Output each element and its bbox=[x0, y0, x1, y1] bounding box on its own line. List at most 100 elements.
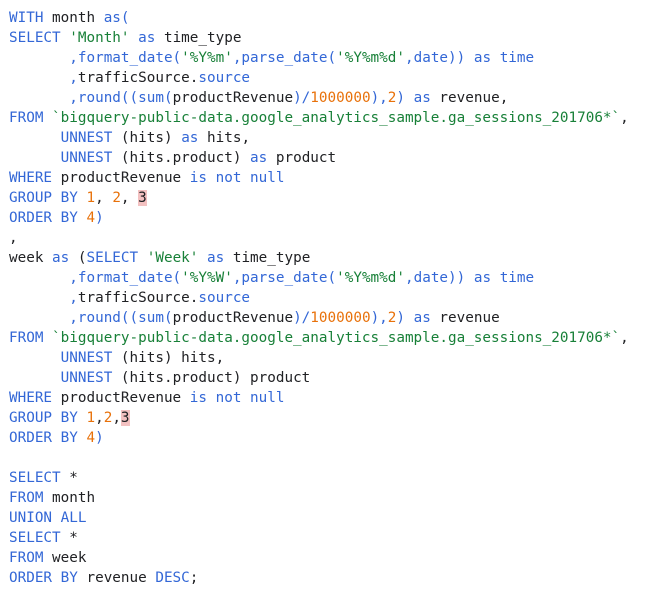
keyword-token: FROM bbox=[9, 550, 44, 566]
code-text: (hits) hits, bbox=[112, 350, 225, 366]
keyword-token: is not null bbox=[189, 170, 285, 186]
code-line: GROUP BY 1, 2, 3 bbox=[9, 188, 672, 208]
string-literal: '%Y%m' bbox=[181, 50, 233, 66]
code-text: ; bbox=[189, 570, 199, 586]
keyword-token: FROM bbox=[9, 110, 44, 126]
keyword-token: as bbox=[413, 310, 431, 326]
keyword-token: UNNEST bbox=[60, 130, 113, 146]
code-line: ,trafficSource.source bbox=[9, 288, 672, 308]
code-text: month bbox=[43, 490, 96, 506]
keyword-token: WITH bbox=[9, 10, 44, 26]
keyword-token: as bbox=[207, 250, 225, 266]
keyword-token: as bbox=[52, 250, 70, 266]
code-text: revenue bbox=[77, 570, 156, 586]
keyword-token: SELECT bbox=[9, 530, 61, 546]
keyword-token: as( bbox=[103, 10, 130, 26]
function-token: ) bbox=[396, 310, 405, 326]
function-token: ,date)) bbox=[405, 270, 466, 286]
function-token: ,format_date( bbox=[69, 50, 182, 66]
code-text: * bbox=[60, 530, 78, 546]
code-line: SELECT * bbox=[9, 468, 672, 488]
code-line: WHERE productRevenue is not null bbox=[9, 388, 672, 408]
code-text: , bbox=[120, 190, 139, 206]
code-line: ORDER BY revenue DESC; bbox=[9, 568, 672, 588]
function-token: ) bbox=[95, 210, 104, 226]
code-line: SELECT * bbox=[9, 528, 672, 548]
code-line: UNNEST (hits.product) as product bbox=[9, 148, 672, 168]
code-line: FROM month bbox=[9, 488, 672, 508]
number-literal: 2 bbox=[112, 190, 121, 206]
function-token: )/ bbox=[293, 90, 311, 106]
keyword-token: as bbox=[250, 150, 268, 166]
code-line: UNION ALL bbox=[9, 508, 672, 528]
code-line: week as (SELECT 'Week' as time_type bbox=[9, 248, 672, 268]
function-token: )/ bbox=[293, 310, 311, 326]
string-literal: '%Y%m%d' bbox=[336, 270, 405, 286]
string-literal: `bigquery-public-data.google_analytics_s… bbox=[52, 110, 621, 126]
code-line: ORDER BY 4) bbox=[9, 428, 672, 448]
keyword-token: SELECT bbox=[86, 250, 139, 266]
keyword-token: UNNEST bbox=[60, 370, 113, 386]
keyword-token: DESC bbox=[155, 570, 190, 586]
sql-code-editor[interactable]: WITH month as(SELECT 'Month' as time_typ… bbox=[0, 0, 672, 594]
number-literal: 4 bbox=[86, 430, 96, 446]
keyword-token: as bbox=[413, 90, 431, 106]
code-text: product bbox=[267, 150, 337, 166]
function-token: , bbox=[69, 290, 78, 306]
number-literal: 4 bbox=[86, 210, 96, 226]
number-literal: 1000000 bbox=[310, 90, 371, 106]
string-literal: 'Month' bbox=[69, 30, 130, 46]
code-line: , bbox=[9, 228, 672, 248]
code-text: , bbox=[95, 190, 113, 206]
number-literal: 1 bbox=[86, 410, 96, 426]
keyword-token: source bbox=[198, 70, 251, 86]
code-line: ,round((sum(productRevenue)/1000000),2) … bbox=[9, 308, 672, 328]
keyword-token: source bbox=[198, 290, 251, 306]
code-text: time_type bbox=[155, 30, 242, 46]
highlighted-token: 3 bbox=[120, 410, 130, 426]
code-text: productRevenue bbox=[172, 310, 294, 326]
string-literal: '%Y%W' bbox=[181, 270, 233, 286]
code-text: week bbox=[9, 250, 53, 266]
code-text: (hits.product) bbox=[112, 150, 251, 166]
keyword-token: GROUP BY bbox=[9, 410, 78, 426]
keyword-token: WHERE bbox=[9, 170, 53, 186]
function-token: , bbox=[69, 70, 78, 86]
keyword-token: FROM bbox=[9, 490, 44, 506]
function-token: ,round((sum( bbox=[69, 310, 173, 326]
function-token: ) bbox=[396, 90, 405, 106]
code-text: hits, bbox=[198, 130, 251, 146]
string-literal: 'Week' bbox=[146, 250, 199, 266]
string-literal: '%Y%m%d' bbox=[336, 50, 405, 66]
string-literal: `bigquery-public-data.google_analytics_s… bbox=[52, 330, 621, 346]
code-text: ( bbox=[69, 250, 87, 266]
code-line: GROUP BY 1,2,3 bbox=[9, 408, 672, 428]
keyword-token: UNNEST bbox=[60, 150, 113, 166]
code-line: ORDER BY 4) bbox=[9, 208, 672, 228]
function-token: ,round((sum( bbox=[69, 90, 173, 106]
function-token: ,format_date( bbox=[69, 270, 182, 286]
keyword-token: as bbox=[473, 50, 492, 66]
function-token: ,parse_date( bbox=[232, 270, 337, 286]
code-line: ,trafficSource.source bbox=[9, 68, 672, 88]
keyword-token: as bbox=[138, 30, 156, 46]
keyword-token: UNION ALL bbox=[9, 510, 87, 526]
keyword-token: ORDER BY bbox=[9, 570, 78, 586]
keyword-token: WHERE bbox=[9, 390, 53, 406]
code-line: WHERE productRevenue is not null bbox=[9, 168, 672, 188]
code-line: UNNEST (hits.product) product bbox=[9, 368, 672, 388]
